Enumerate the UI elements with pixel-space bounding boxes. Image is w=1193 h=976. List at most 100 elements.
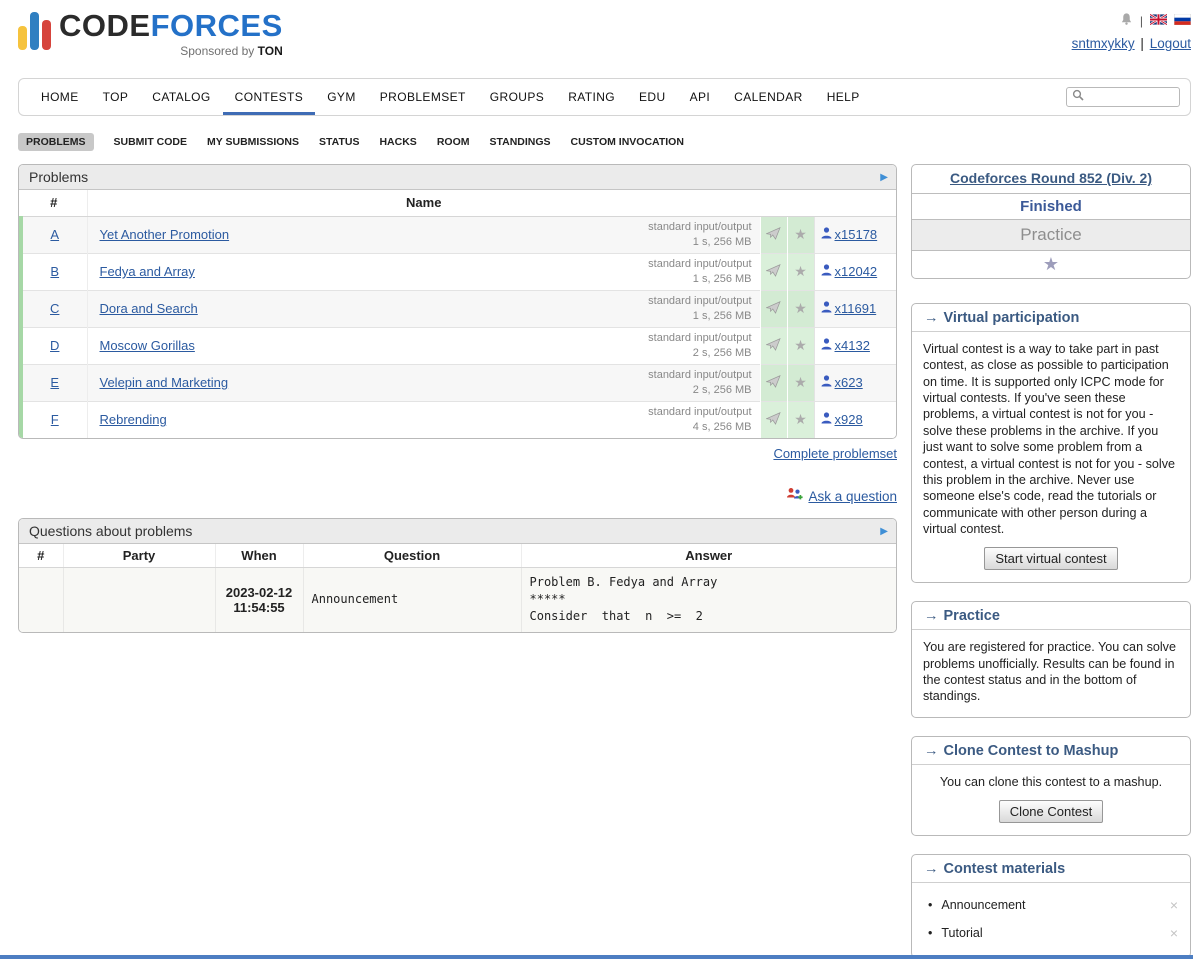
nav-gym[interactable]: GYM	[315, 79, 368, 115]
favorite-star-icon[interactable]: ★	[794, 226, 807, 242]
close-icon[interactable]: ×	[1170, 897, 1178, 913]
nav-groups[interactable]: GROUPS	[478, 79, 556, 115]
submit-cell[interactable]	[760, 253, 787, 290]
notifications-bell-icon[interactable]	[1120, 12, 1133, 29]
close-icon[interactable]: ×	[1170, 925, 1178, 941]
favorite-cell[interactable]: ★	[787, 216, 814, 253]
subnav-my-submissions[interactable]: MY SUBMISSIONS	[207, 136, 299, 148]
subnav-submit-code[interactable]: SUBMIT CODE	[114, 136, 188, 148]
main-nav: HOME TOP CATALOG CONTESTS GYM PROBLEMSET…	[18, 78, 1191, 116]
nav-api[interactable]: API	[678, 79, 723, 115]
nav-help[interactable]: HELP	[815, 79, 872, 115]
problem-title-link[interactable]: Moscow Gorillas	[100, 338, 195, 353]
nav-problemset[interactable]: PROBLEMSET	[368, 79, 478, 115]
ru-flag-icon[interactable]	[1174, 14, 1191, 28]
col-party: Party	[63, 544, 215, 567]
ask-question-link[interactable]: Ask a question	[808, 489, 897, 504]
problems-header-row: # Name	[21, 190, 896, 216]
start-virtual-contest-button[interactable]: Start virtual contest	[984, 547, 1117, 570]
problem-title-link[interactable]: Dora and Search	[100, 301, 198, 316]
solved-count-link[interactable]: x4132	[835, 338, 870, 353]
submit-cell[interactable]	[760, 401, 787, 438]
solved-count-link[interactable]: x11691	[835, 301, 877, 316]
list-item: • Tutorial ×	[928, 919, 1178, 947]
favorite-cell[interactable]: ★	[787, 253, 814, 290]
uk-flag-icon[interactable]	[1150, 14, 1167, 28]
favorite-star-icon[interactable]: ★	[794, 411, 807, 427]
favorite-cell[interactable]: ★	[787, 364, 814, 401]
favorite-star-icon[interactable]: ★	[1043, 254, 1059, 274]
problem-letter-link[interactable]: F	[51, 412, 59, 427]
problem-name-cell: Yet Another Promotion standard input/out…	[87, 216, 760, 253]
problem-letter-link[interactable]: D	[50, 338, 59, 353]
nav-catalog[interactable]: CATALOG	[140, 79, 222, 115]
submit-cell[interactable]	[760, 327, 787, 364]
clone-contest-button[interactable]: Clone Contest	[999, 800, 1103, 823]
submit-plane-icon[interactable]	[766, 228, 781, 243]
problem-title-link[interactable]: Rebrending	[100, 412, 167, 427]
subnav-problems[interactable]: PROBLEMS	[18, 133, 94, 151]
contest-materials-caption: → Contest materials	[912, 855, 1190, 883]
problem-title-link[interactable]: Fedya and Array	[100, 264, 195, 279]
problem-title-link[interactable]: Yet Another Promotion	[100, 227, 230, 242]
favorite-cell[interactable]: ★	[787, 327, 814, 364]
nav-calendar[interactable]: CALENDAR	[722, 79, 815, 115]
submit-plane-icon[interactable]	[766, 302, 781, 317]
solved-count-cell: x11691	[814, 290, 896, 327]
separator: |	[1140, 36, 1144, 51]
table-row: E Velepin and Marketing standard input/o…	[21, 364, 896, 401]
question-text-cell: Announcement	[303, 567, 521, 632]
solved-count-link[interactable]: x928	[835, 412, 863, 427]
subnav-custom-invocation[interactable]: CUSTOM INVOCATION	[571, 136, 684, 148]
solvers-icon	[821, 264, 832, 279]
subnav-standings[interactable]: STANDINGS	[489, 136, 550, 148]
solved-count-link[interactable]: x12042	[835, 264, 878, 279]
problem-title-link[interactable]: Velepin and Marketing	[100, 375, 229, 390]
nav-top[interactable]: TOP	[91, 79, 141, 115]
search-input[interactable]	[1088, 90, 1174, 104]
favorite-star-icon[interactable]: ★	[794, 337, 807, 353]
arrow-right-icon: →	[924, 861, 939, 877]
submit-cell[interactable]	[760, 290, 787, 327]
material-announcement-link[interactable]: Announcement	[941, 898, 1025, 912]
submit-cell[interactable]	[760, 216, 787, 253]
clone-mashup-box: →Clone Contest to Mashup You can clone t…	[911, 736, 1191, 836]
submit-plane-icon[interactable]	[766, 376, 781, 391]
subnav-status[interactable]: STATUS	[319, 136, 359, 148]
separator: |	[1140, 14, 1143, 28]
logout-link[interactable]: Logout	[1150, 36, 1191, 51]
submit-plane-icon[interactable]	[766, 339, 781, 354]
contest-favorite-row: ★	[912, 251, 1190, 278]
submit-cell[interactable]	[760, 364, 787, 401]
contest-title-link[interactable]: Codeforces Round 852 (Div. 2)	[950, 170, 1152, 186]
nav-contests[interactable]: CONTESTS	[223, 79, 316, 115]
problem-letter-link[interactable]: A	[50, 227, 59, 242]
search-box[interactable]	[1066, 87, 1180, 107]
nav-rating[interactable]: RATING	[556, 79, 627, 115]
subnav-room[interactable]: ROOM	[437, 136, 470, 148]
submit-plane-icon[interactable]	[766, 265, 781, 280]
problem-letter-link[interactable]: B	[50, 264, 59, 279]
submit-plane-icon[interactable]	[766, 413, 781, 428]
solved-count-link[interactable]: x15178	[835, 227, 878, 242]
codeforces-logo[interactable]: CODEFORCES Sponsored by TON	[18, 10, 283, 58]
collapse-arrow-icon[interactable]: ▶	[880, 172, 888, 183]
favorite-cell[interactable]: ★	[787, 290, 814, 327]
logo-text-code: CODE	[59, 8, 151, 43]
problem-letter-link[interactable]: E	[50, 375, 59, 390]
username-link[interactable]: sntmxykky	[1072, 36, 1135, 51]
material-tutorial-link[interactable]: Tutorial	[941, 926, 982, 940]
list-item: • Announcement ×	[928, 891, 1178, 919]
subnav-hacks[interactable]: HACKS	[379, 136, 416, 148]
favorite-star-icon[interactable]: ★	[794, 263, 807, 279]
nav-edu[interactable]: EDU	[627, 79, 678, 115]
solved-count-link[interactable]: x623	[835, 375, 863, 390]
favorite-star-icon[interactable]: ★	[794, 374, 807, 390]
complete-problemset-link[interactable]: Complete problemset	[773, 446, 897, 461]
problem-letter-link[interactable]: C	[50, 301, 59, 316]
favorite-star-icon[interactable]: ★	[794, 300, 807, 316]
contest-materials-title: Contest materials	[944, 861, 1066, 877]
favorite-cell[interactable]: ★	[787, 401, 814, 438]
collapse-arrow-icon[interactable]: ▶	[880, 526, 888, 537]
nav-home[interactable]: HOME	[29, 79, 91, 115]
